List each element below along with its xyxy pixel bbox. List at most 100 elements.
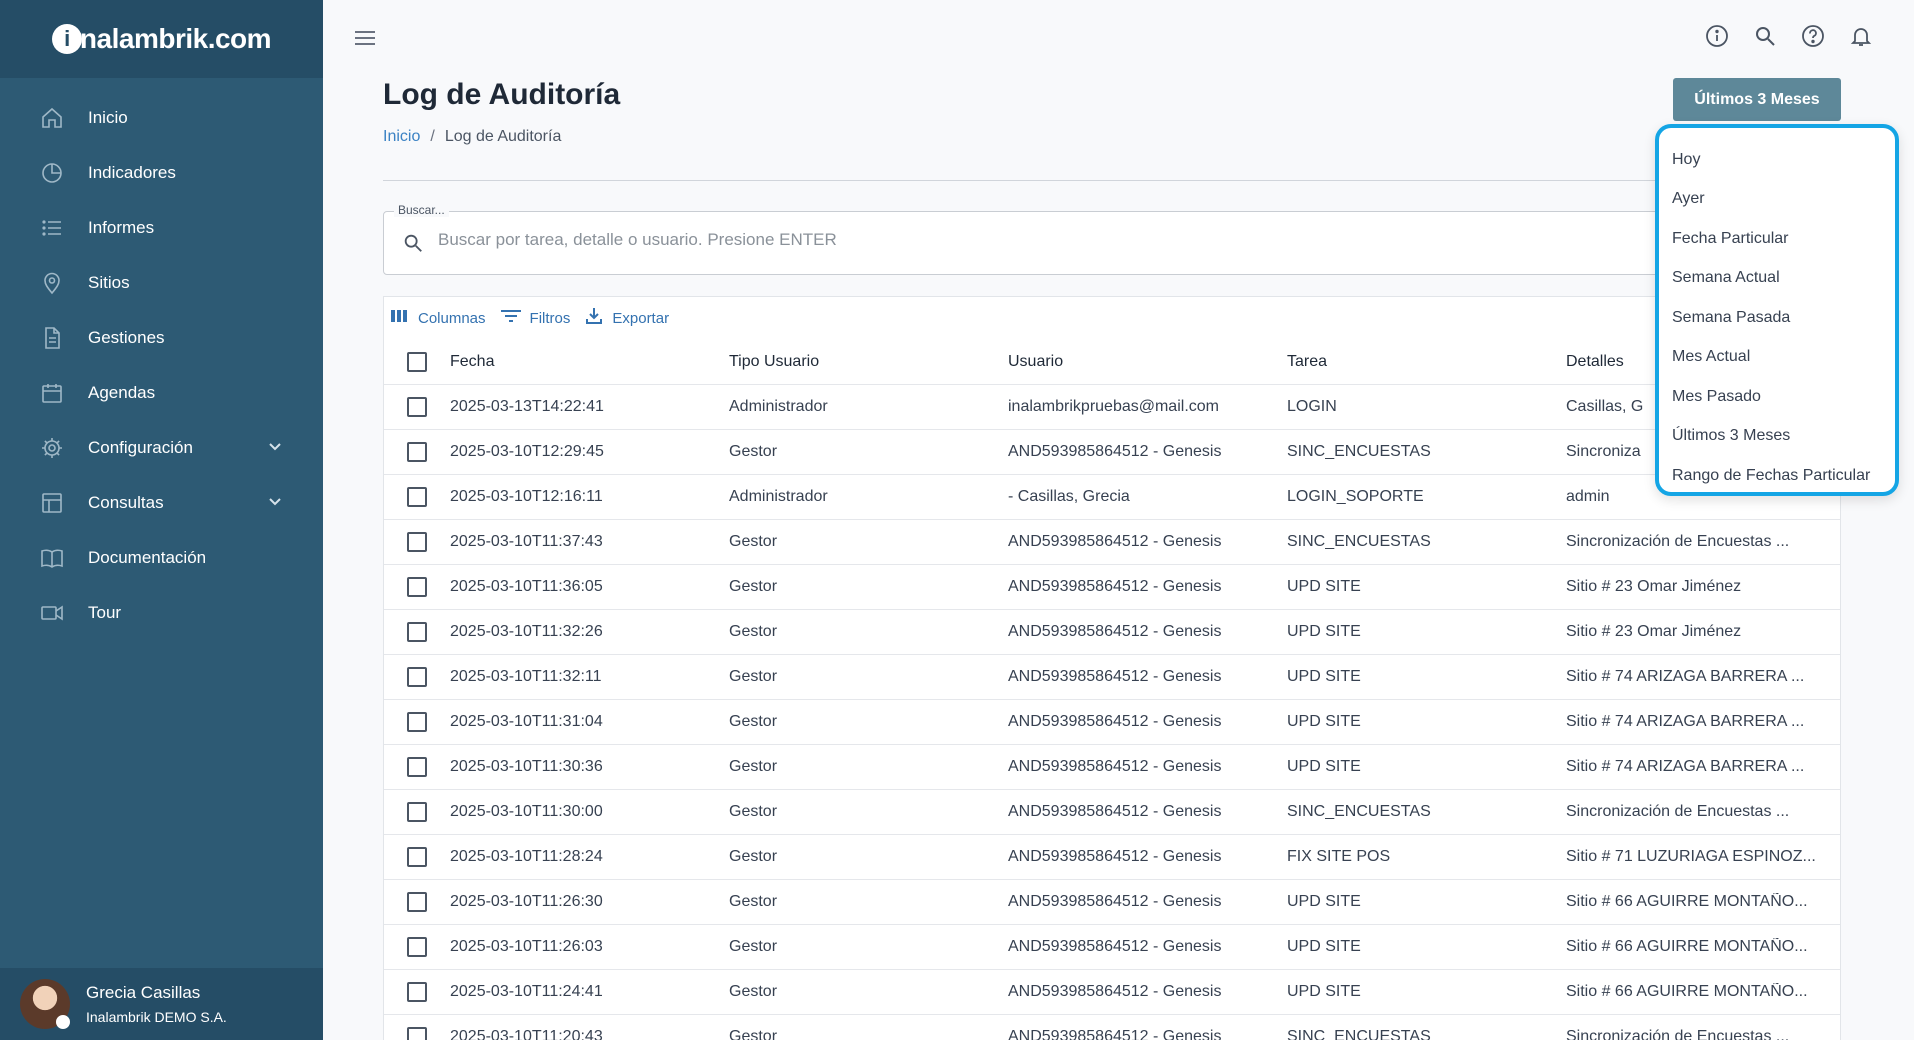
table-row[interactable]: 2025-03-13T14:22:41 Administrador inalambr…: [384, 385, 1840, 430]
table-row[interactable]: 2025-03-10T11:32:11 Gestor AND593985864512…: [384, 655, 1840, 700]
filters-button[interactable]: Filtros: [500, 308, 571, 328]
column-header-fecha[interactable]: Fecha: [450, 353, 729, 371]
sidebar-item-inicio[interactable]: Inicio: [0, 90, 323, 145]
table-row[interactable]: 2025-03-10T11:32:26 Gestor AND593985864512…: [384, 610, 1840, 655]
gear-icon: [38, 434, 66, 462]
row-checkbox[interactable]: [407, 982, 427, 1002]
table-row[interactable]: 2025-03-10T11:26:30 Gestor AND593985864512…: [384, 880, 1840, 925]
filter-icon: [500, 308, 522, 328]
cell-tarea: UPD SITE: [1287, 893, 1361, 910]
row-checkbox[interactable]: [407, 712, 427, 732]
cell-usuario: AND593985864512 - Genesis: [1008, 758, 1222, 775]
row-checkbox[interactable]: [407, 622, 427, 642]
search-field[interactable]: Buscar...: [383, 203, 1841, 275]
sidebar-item-consultas[interactable]: Consultas: [0, 475, 323, 530]
filters-label: Filtros: [529, 309, 571, 327]
cell-usuario: AND593985864512 - Genesis: [1008, 848, 1222, 865]
date-range-button[interactable]: Últimos 3 Meses: [1673, 78, 1841, 121]
table-row[interactable]: 2025-03-10T11:36:05 Gestor AND593985864512…: [384, 565, 1840, 610]
sidebar-item-documentacion[interactable]: Documentación: [0, 530, 323, 585]
cell-tarea: UPD SITE: [1287, 668, 1361, 685]
info-icon[interactable]: [1704, 23, 1730, 49]
cell-tarea: SINC_ENCUESTAS: [1287, 1028, 1431, 1040]
table-row[interactable]: 2025-03-10T11:31:04 Gestor AND593985864512…: [384, 700, 1840, 745]
row-select-cell: [384, 892, 450, 912]
sidebar-item-label: Tour: [88, 602, 122, 622]
sidebar-item-indicadores[interactable]: Indicadores: [0, 145, 323, 200]
table-row[interactable]: 2025-03-10T11:26:03 Gestor AND593985864512…: [384, 925, 1840, 970]
export-button[interactable]: Exportar: [584, 306, 669, 330]
menu-item-hoy[interactable]: Hoy: [1659, 140, 1895, 180]
export-label: Exportar: [612, 309, 670, 327]
menu-item-rango-fechas-particular[interactable]: Rango de Fechas Particular: [1659, 456, 1895, 496]
columns-button[interactable]: Columnas: [390, 308, 486, 328]
cell-tarea: UPD SITE: [1287, 938, 1361, 955]
sidebar-item-configuracion[interactable]: Configuración: [0, 420, 323, 475]
row-checkbox[interactable]: [407, 802, 427, 822]
cell-usuario: AND593985864512 - Genesis: [1008, 1028, 1222, 1040]
sidebar-item-label: Consultas: [88, 492, 164, 512]
search-icon[interactable]: [1752, 23, 1778, 49]
user-info: Grecia Casillas Inalambrik DEMO S.A.: [86, 983, 227, 1025]
row-checkbox[interactable]: [407, 487, 427, 507]
column-header-usuario[interactable]: Usuario: [1008, 353, 1287, 371]
user-profile[interactable]: Grecia Casillas Inalambrik DEMO S.A.: [0, 968, 323, 1040]
menu-item-ultimos-3-meses[interactable]: Últimos 3 Meses: [1659, 417, 1895, 457]
sidebar-item-tour[interactable]: Tour: [0, 585, 323, 640]
column-header-tipo-usuario[interactable]: Tipo Usuario: [729, 353, 1008, 371]
table-body: 2025-03-13T14:22:41 Administrador inalambr…: [384, 385, 1840, 1040]
menu-item-mes-pasado[interactable]: Mes Pasado: [1659, 377, 1895, 417]
table-row[interactable]: 2025-03-10T11:30:00 Gestor AND593985864512…: [384, 790, 1840, 835]
row-checkbox[interactable]: [407, 667, 427, 687]
sidebar-item-agendas[interactable]: Agendas: [0, 365, 323, 420]
select-all-checkbox[interactable]: [407, 351, 427, 372]
sidebar-item-sitios[interactable]: Sitios: [0, 255, 323, 310]
brand-logo[interactable]: i nalambrik.com: [51, 23, 272, 55]
cell-fecha: 2025-03-10T11:30:00: [450, 803, 603, 820]
search-input[interactable]: [438, 230, 1438, 250]
table-row[interactable]: 2025-03-10T11:24:41 Gestor AND593985864512…: [384, 970, 1840, 1015]
row-checkbox[interactable]: [407, 892, 427, 912]
cell-fecha: 2025-03-10T11:30:36: [450, 758, 603, 775]
menu-item-semana-pasada[interactable]: Semana Pasada: [1659, 298, 1895, 338]
table-row[interactable]: 2025-03-10T11:30:36 Gestor AND593985864512…: [384, 745, 1840, 790]
table-row[interactable]: 2025-03-10T11:20:43 Gestor AND593985864512…: [384, 1015, 1840, 1040]
row-checkbox[interactable]: [407, 937, 427, 957]
row-checkbox[interactable]: [407, 397, 427, 417]
menu-item-mes-actual[interactable]: Mes Actual: [1659, 338, 1895, 378]
breadcrumb-current: Log de Auditoría: [444, 128, 562, 145]
sidebar-item-informes[interactable]: Informes: [0, 200, 323, 255]
user-name: Grecia Casillas: [86, 983, 201, 1002]
cell-tipo-usuario: Gestor: [729, 713, 778, 730]
cell-tarea: UPD SITE: [1287, 578, 1361, 595]
cell-usuario: AND593985864512 - Genesis: [1008, 623, 1222, 640]
help-icon[interactable]: [1800, 23, 1826, 49]
sidebar-item-gestiones[interactable]: Gestiones: [0, 310, 323, 365]
column-header-tarea[interactable]: Tarea: [1287, 353, 1566, 371]
sidebar-item-label: Agendas: [88, 382, 156, 402]
row-checkbox[interactable]: [407, 847, 427, 867]
cell-usuario: AND593985864512 - Genesis: [1008, 893, 1222, 910]
bell-icon[interactable]: [1848, 23, 1874, 49]
table-row[interactable]: 2025-03-10T12:16:11 Administrador - Casill…: [384, 475, 1840, 520]
breadcrumb-home-link[interactable]: Inicio: [383, 128, 420, 145]
menu-item-ayer[interactable]: Ayer: [1659, 180, 1895, 220]
logo-area: i nalambrik.com: [0, 0, 323, 78]
grid-toolbar: Columnas Filtros Exportar: [384, 297, 1840, 339]
row-checkbox[interactable]: [407, 1027, 427, 1040]
menu-item-semana-actual[interactable]: Semana Actual: [1659, 259, 1895, 299]
table-row[interactable]: 2025-03-10T12:29:45 Gestor AND593985864512…: [384, 430, 1840, 475]
row-select-cell: [384, 757, 450, 777]
row-select-cell: [384, 982, 450, 1002]
hamburger-menu-icon[interactable]: [353, 27, 377, 54]
cell-fecha: 2025-03-10T12:16:11: [450, 488, 603, 505]
row-checkbox[interactable]: [407, 532, 427, 552]
row-checkbox[interactable]: [407, 577, 427, 597]
row-checkbox[interactable]: [407, 757, 427, 777]
row-checkbox[interactable]: [407, 442, 427, 462]
table-row[interactable]: 2025-03-10T11:37:43 Gestor AND593985864512…: [384, 520, 1840, 565]
row-select-cell: [384, 1027, 450, 1040]
calendar-icon: [38, 379, 66, 407]
table-row[interactable]: 2025-03-10T11:28:24 Gestor AND593985864512…: [384, 835, 1840, 880]
menu-item-fecha-particular[interactable]: Fecha Particular: [1659, 219, 1895, 259]
